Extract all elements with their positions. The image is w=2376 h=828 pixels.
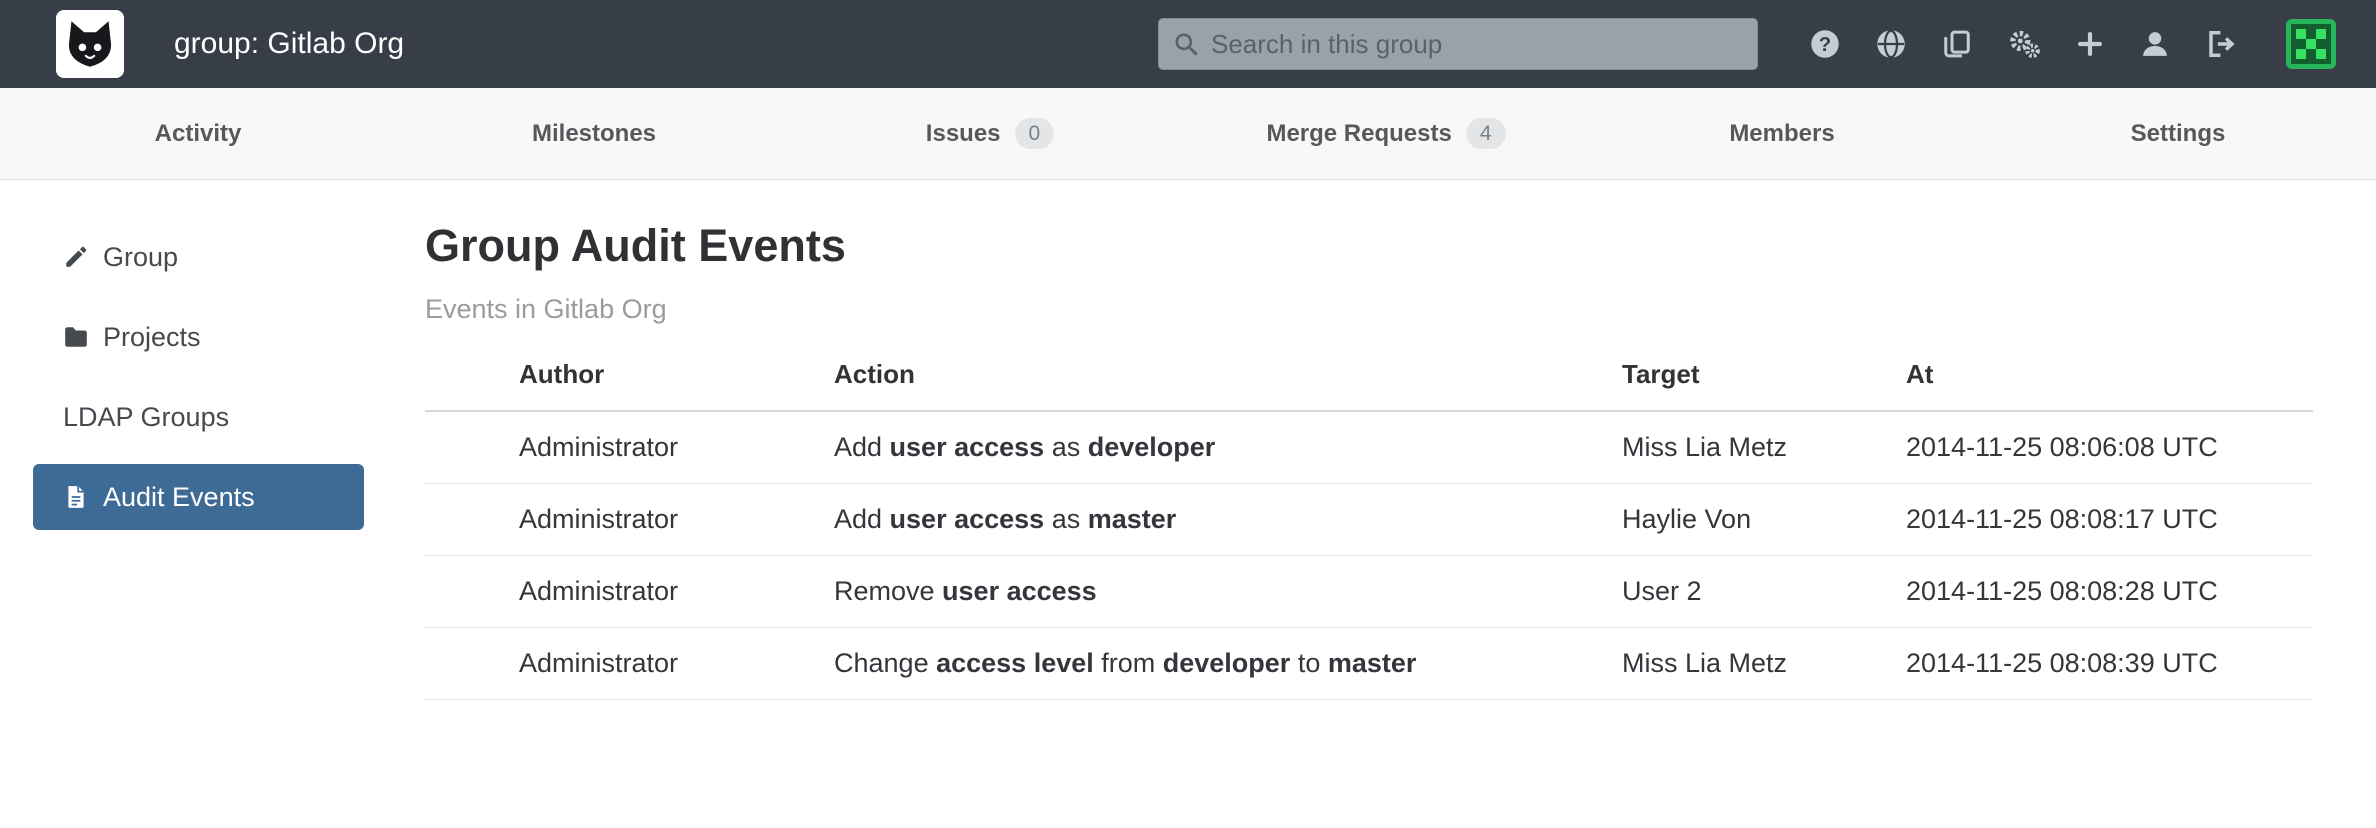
sidebar-item-label: Group xyxy=(103,242,178,273)
sidebar-item-label: Projects xyxy=(103,322,201,353)
timestamp-cell: 2014-11-25 08:06:08 UTC xyxy=(1906,411,2313,484)
author-cell: Administrator xyxy=(425,556,834,628)
copy-icon[interactable] xyxy=(1942,29,1972,59)
settings-sidebar: Group Projects LDAP Groups xyxy=(0,180,364,828)
action-bold-segment: developer xyxy=(1088,432,1216,462)
folder-icon xyxy=(63,324,89,350)
column-header-target: Target xyxy=(1622,359,1906,411)
tab-settings[interactable]: Settings xyxy=(1980,88,2376,179)
action-cell: Remove user access xyxy=(834,556,1622,628)
globe-icon[interactable] xyxy=(1876,29,1906,59)
main-panel: Group Audit Events Events in Gitlab Org … xyxy=(364,180,2313,828)
action-bold-segment: master xyxy=(1328,648,1417,678)
page-title: Group Audit Events xyxy=(425,220,2313,272)
gitlab-logo-cat-icon xyxy=(63,17,117,71)
content-area: Group Projects LDAP Groups xyxy=(0,180,2376,828)
tab-members[interactable]: Members xyxy=(1584,88,1980,179)
merge-requests-count-badge: 4 xyxy=(1466,118,1506,149)
action-text-segment: Change xyxy=(834,648,936,678)
header-icon-bar: ? xyxy=(1810,19,2336,69)
author-cell: Administrator xyxy=(425,484,834,556)
column-header-at: At xyxy=(1906,359,2313,411)
tab-activity[interactable]: Activity xyxy=(0,88,396,179)
action-text-segment: Add xyxy=(834,432,890,462)
target-cell: Haylie Von xyxy=(1622,484,1906,556)
search-input[interactable] xyxy=(1209,28,1743,61)
tab-label: Members xyxy=(1729,120,1834,148)
column-header-author: Author xyxy=(425,359,834,411)
page-subtitle: Events in Gitlab Org xyxy=(425,294,2313,325)
action-text-segment: as xyxy=(1044,432,1088,462)
tab-milestones[interactable]: Milestones xyxy=(396,88,792,179)
sidebar-item-group[interactable]: Group xyxy=(33,224,364,290)
tab-label: Merge Requests xyxy=(1266,120,1451,148)
column-header-action: Action xyxy=(834,359,1622,411)
timestamp-cell: 2014-11-25 08:08:28 UTC xyxy=(1906,556,2313,628)
tab-label: Issues xyxy=(926,120,1001,148)
table-header-row: Author Action Target At xyxy=(425,359,2313,411)
action-text-segment: Add xyxy=(834,504,890,534)
tab-merge-requests[interactable]: Merge Requests 4 xyxy=(1188,88,1584,179)
identicon-image xyxy=(2286,19,2336,69)
tab-label: Activity xyxy=(155,120,242,148)
action-bold-segment: user access xyxy=(942,576,1097,606)
top-header: group: Gitlab Org ? xyxy=(0,0,2376,88)
gitlab-logo[interactable] xyxy=(56,10,124,78)
plus-icon[interactable] xyxy=(2076,30,2104,58)
action-bold-segment: user access xyxy=(890,432,1045,462)
action-bold-segment: user access xyxy=(890,504,1045,534)
svg-text:?: ? xyxy=(1819,34,1831,56)
table-row: AdministratorRemove user accessUser 2201… xyxy=(425,556,2313,628)
table-row: AdministratorAdd user access as masterHa… xyxy=(425,484,2313,556)
author-cell: Administrator xyxy=(425,628,834,700)
target-cell: Miss Lia Metz xyxy=(1622,628,1906,700)
gears-icon[interactable] xyxy=(2008,28,2040,60)
action-bold-segment: access level xyxy=(936,648,1094,678)
timestamp-cell: 2014-11-25 08:08:39 UTC xyxy=(1906,628,2313,700)
action-cell: Change access level from developer to ma… xyxy=(834,628,1622,700)
action-bold-segment: developer xyxy=(1163,648,1291,678)
action-cell: Add user access as developer xyxy=(834,411,1622,484)
action-text-segment: to xyxy=(1290,648,1328,678)
issues-count-badge: 0 xyxy=(1015,118,1055,149)
timestamp-cell: 2014-11-25 08:08:17 UTC xyxy=(1906,484,2313,556)
search-box[interactable] xyxy=(1158,18,1758,70)
action-bold-segment: master xyxy=(1088,504,1177,534)
pencil-icon xyxy=(63,244,89,270)
sidebar-item-projects[interactable]: Projects xyxy=(33,304,364,370)
group-title[interactable]: group: Gitlab Org xyxy=(174,27,404,61)
author-cell: Administrator xyxy=(425,411,834,484)
file-icon xyxy=(63,484,89,510)
target-cell: User 2 xyxy=(1622,556,1906,628)
user-avatar[interactable] xyxy=(2286,19,2336,69)
table-row: AdministratorChange access level from de… xyxy=(425,628,2313,700)
sidebar-item-ldap-groups[interactable]: LDAP Groups xyxy=(33,384,364,450)
user-icon[interactable] xyxy=(2140,29,2170,59)
group-nav-tabs: Activity Milestones Issues 0 Merge Reque… xyxy=(0,88,2376,180)
tab-label: Settings xyxy=(2131,120,2226,148)
action-text-segment: as xyxy=(1044,504,1088,534)
search-icon xyxy=(1173,31,1199,57)
target-cell: Miss Lia Metz xyxy=(1622,411,1906,484)
audit-events-table: Author Action Target At AdministratorAdd… xyxy=(425,359,2313,700)
action-text-segment: from xyxy=(1094,648,1163,678)
tab-issues[interactable]: Issues 0 xyxy=(792,88,1188,179)
tab-label: Milestones xyxy=(532,120,656,148)
table-row: AdministratorAdd user access as develope… xyxy=(425,411,2313,484)
help-icon[interactable]: ? xyxy=(1810,29,1840,59)
audit-table-body: AdministratorAdd user access as develope… xyxy=(425,411,2313,700)
sidebar-item-label: Audit Events xyxy=(103,482,255,513)
action-cell: Add user access as master xyxy=(834,484,1622,556)
action-text-segment: Remove xyxy=(834,576,942,606)
sidebar-item-audit-events[interactable]: Audit Events xyxy=(33,464,364,530)
sidebar-item-label: LDAP Groups xyxy=(63,402,229,433)
sign-out-icon[interactable] xyxy=(2206,29,2236,59)
